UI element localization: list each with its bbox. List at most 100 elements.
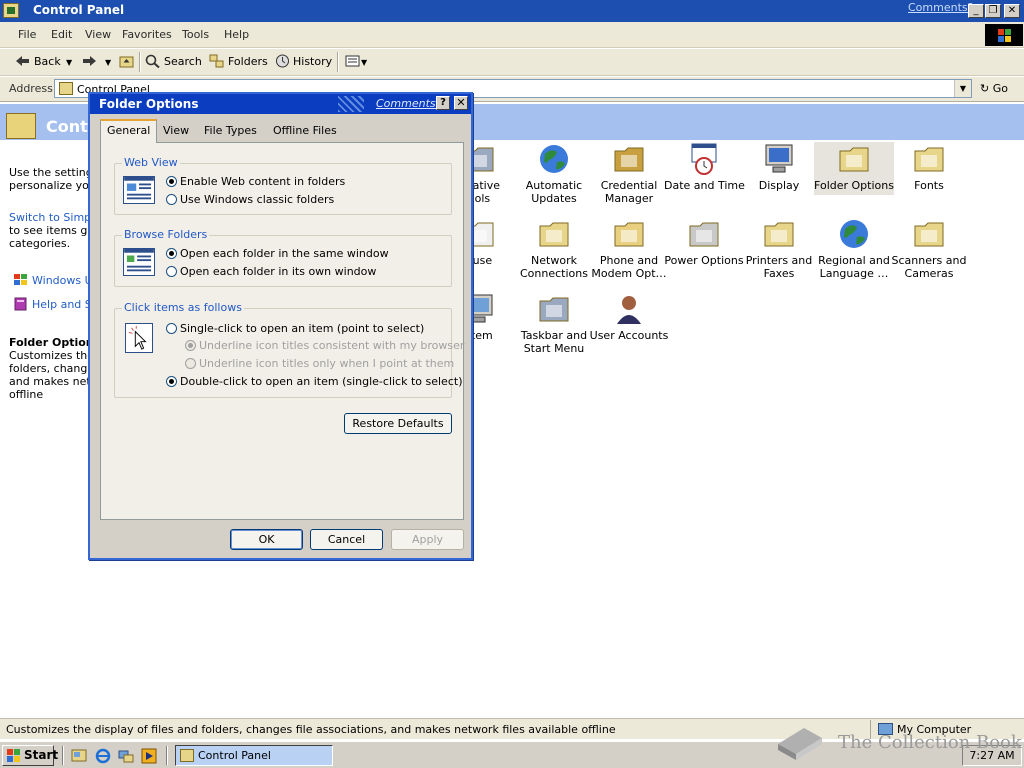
selected-item-desc-line: and makes netw bbox=[9, 375, 100, 388]
dialog-help-button[interactable]: ? bbox=[436, 96, 450, 110]
book-logo-icon bbox=[778, 728, 822, 760]
history-clock-icon bbox=[276, 54, 289, 68]
minimize-button[interactable]: _ bbox=[968, 4, 984, 18]
radio-indicator[interactable] bbox=[166, 323, 177, 334]
control-panel-item[interactable]: Credential Manager bbox=[589, 142, 669, 208]
single-click-radio[interactable]: Single-click to open an item (point to s… bbox=[166, 322, 424, 335]
media-player-icon[interactable] bbox=[141, 748, 157, 764]
radio-indicator[interactable] bbox=[166, 376, 177, 387]
radio-indicator[interactable] bbox=[185, 358, 196, 369]
control-panel-item[interactable]: Fonts bbox=[889, 142, 969, 195]
double-click-radio[interactable]: Double-click to open an item (single-cli… bbox=[166, 375, 462, 388]
radio-indicator[interactable] bbox=[166, 194, 177, 205]
toolbar-separator bbox=[139, 52, 141, 72]
control-panel-item[interactable]: Printers and Faxes bbox=[739, 217, 819, 283]
menu-tools[interactable]: Tools bbox=[182, 28, 209, 41]
search-button[interactable]: Search bbox=[164, 55, 202, 68]
control-panel-folder-icon bbox=[180, 749, 194, 762]
control-panel-item[interactable]: Taskbar and Start Menu bbox=[514, 292, 594, 358]
control-panel-item-label: Printers and bbox=[745, 254, 813, 267]
windows-update-icon bbox=[13, 273, 28, 287]
control-panel-item[interactable]: Scanners and Cameras bbox=[889, 217, 969, 283]
up-folder-icon[interactable] bbox=[119, 54, 134, 68]
menu-help[interactable]: Help bbox=[224, 28, 249, 41]
camera-folder-icon bbox=[912, 217, 946, 251]
selected-item-desc-line: folders, changes bbox=[9, 362, 100, 375]
internet-explorer-icon[interactable] bbox=[95, 748, 111, 764]
tab-file-types[interactable]: File Types bbox=[198, 121, 263, 142]
control-panel-item[interactable]: Regional and Language … bbox=[814, 217, 894, 283]
option-label: Use Windows classic folders bbox=[180, 193, 335, 206]
address-dropdown-arrow-icon[interactable]: ▼ bbox=[954, 80, 971, 97]
control-panel-item[interactable]: Phone and Modem Opt… bbox=[589, 217, 669, 283]
click-items-title: Click items as follows bbox=[122, 301, 244, 314]
dialog-close-button[interactable]: ✕ bbox=[454, 96, 468, 110]
comments-link[interactable]: Comments? bbox=[908, 1, 973, 14]
control-panel-item[interactable]: Power Options bbox=[664, 217, 744, 270]
tab-offline-files[interactable]: Offline Files bbox=[267, 121, 343, 142]
user-icon bbox=[612, 292, 646, 326]
tab-general[interactable]: General bbox=[100, 119, 158, 143]
taskbar-button-control-panel[interactable]: Control Panel bbox=[175, 745, 333, 766]
apply-button[interactable]: Apply bbox=[391, 529, 464, 550]
underline-on-point-radio[interactable]: Underline icon titles only when I point … bbox=[185, 357, 454, 370]
window-title-bar[interactable]: Control Panel Comments? _ ❐ ✕ bbox=[0, 0, 1024, 22]
control-panel-item-label: Regional and bbox=[818, 254, 890, 267]
tab-view[interactable]: View bbox=[157, 121, 195, 142]
menu-view[interactable]: View bbox=[85, 28, 111, 41]
go-button[interactable]: ↻ Go bbox=[980, 82, 1008, 95]
folders-button[interactable]: Folders bbox=[228, 55, 268, 68]
radio-indicator[interactable] bbox=[185, 340, 196, 351]
control-panel-item-label: Fonts bbox=[914, 179, 944, 192]
forward-arrow-icon[interactable] bbox=[82, 54, 97, 68]
control-panel-item-label: Phone and bbox=[599, 254, 659, 267]
back-dropdown-arrow-icon[interactable]: ▼ bbox=[66, 58, 72, 67]
classic-folders-radio[interactable]: Use Windows classic folders bbox=[166, 193, 334, 206]
radio-indicator[interactable] bbox=[166, 266, 177, 277]
enable-web-content-radio[interactable]: Enable Web content in folders bbox=[166, 175, 345, 188]
control-panel-item[interactable]: Folder Options bbox=[814, 142, 894, 195]
control-panel-item[interactable]: Network Connections bbox=[514, 217, 594, 283]
underline-consistent-radio[interactable]: Underline icon titles consistent with my… bbox=[185, 339, 464, 352]
menu-file[interactable]: File bbox=[18, 28, 36, 41]
network-quick-launch-icon[interactable] bbox=[118, 748, 134, 764]
control-panel-item[interactable]: Date and Time bbox=[664, 142, 745, 195]
window-title: Control Panel bbox=[33, 3, 125, 17]
menu-edit[interactable]: Edit bbox=[51, 28, 72, 41]
taskbar-separator bbox=[62, 746, 64, 765]
radio-indicator[interactable] bbox=[166, 248, 177, 259]
control-panel-item-label: Cameras bbox=[904, 267, 954, 280]
control-panel-item[interactable]: Automatic Updates bbox=[514, 142, 594, 208]
windows-flag-icon bbox=[7, 749, 21, 762]
forward-dropdown-arrow-icon[interactable]: ▼ bbox=[105, 58, 111, 67]
menu-favorites[interactable]: Favorites bbox=[122, 28, 172, 41]
menu-bar: File Edit View Favorites Tools Help bbox=[0, 22, 1024, 48]
address-label: Address bbox=[9, 82, 53, 95]
control-panel-app-icon[interactable] bbox=[3, 3, 19, 18]
dialog-title-bar[interactable]: Folder Options Comments? ? ✕ bbox=[90, 94, 471, 114]
control-panel-item[interactable]: User Accounts bbox=[589, 292, 669, 345]
control-panel-item-label: Display bbox=[758, 179, 800, 192]
own-window-radio[interactable]: Open each folder in its own window bbox=[166, 265, 376, 278]
cancel-button[interactable]: Cancel bbox=[310, 529, 383, 550]
restore-button[interactable]: ❐ bbox=[985, 4, 1001, 18]
close-button[interactable]: ✕ bbox=[1004, 4, 1020, 18]
same-window-radio[interactable]: Open each folder in the same window bbox=[166, 247, 389, 260]
show-desktop-icon[interactable] bbox=[71, 748, 87, 764]
web-view-title: Web View bbox=[122, 156, 180, 169]
views-icon[interactable] bbox=[345, 54, 360, 68]
control-panel-item[interactable]: Display bbox=[739, 142, 819, 195]
control-panel-item-label: Power Options bbox=[664, 254, 744, 267]
views-dropdown-arrow-icon[interactable]: ▼ bbox=[361, 58, 367, 67]
radio-indicator[interactable] bbox=[166, 176, 177, 187]
ok-button[interactable]: OK bbox=[230, 529, 303, 550]
option-label: Open each folder in the same window bbox=[180, 247, 389, 260]
start-label: Start bbox=[24, 748, 59, 762]
history-button[interactable]: History bbox=[293, 55, 332, 68]
dialog-comments-link[interactable]: Comments? bbox=[376, 97, 441, 110]
phone-icon bbox=[612, 217, 646, 251]
restore-defaults-button[interactable]: Restore Defaults bbox=[344, 413, 452, 434]
start-button[interactable]: Start bbox=[2, 745, 58, 766]
selected-item-title: Folder Options bbox=[9, 336, 101, 349]
back-button[interactable]: Back bbox=[34, 55, 61, 68]
